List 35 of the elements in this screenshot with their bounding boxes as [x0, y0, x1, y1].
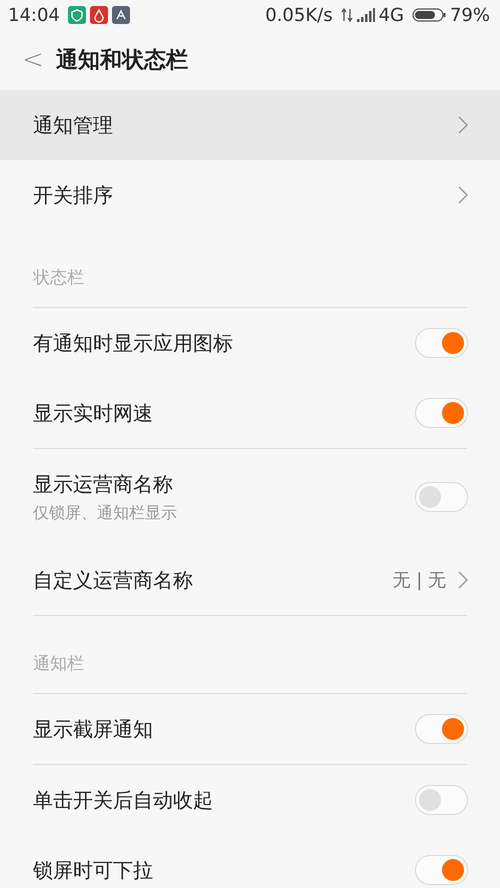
section-header: 通知栏: [32, 653, 85, 676]
battery-percent: 79%: [450, 4, 490, 28]
row-label: 显示实时网速: [33, 400, 153, 427]
signal-icon: [356, 8, 375, 22]
chevron-icon: [458, 186, 468, 204]
shield-icon: [68, 6, 86, 24]
settings-row[interactable]: 通知管理: [0, 90, 500, 160]
toggle-switch[interactable]: [415, 482, 468, 512]
row-label: 通知管理: [33, 112, 113, 139]
settings-row[interactable]: 开关排序: [0, 160, 500, 230]
toggle-switch[interactable]: [415, 785, 468, 815]
network-type: 4G: [378, 4, 404, 28]
toggle-switch[interactable]: [415, 714, 468, 744]
chevron-icon: [458, 571, 468, 589]
app-icon: [112, 6, 130, 24]
section-header: 状态栏: [32, 267, 85, 290]
network-speed: 0.05K/s: [265, 4, 333, 28]
row-subtitle: 仅锁屏、通知栏显示: [33, 502, 177, 524]
row-label: 有通知时显示应用图标: [33, 330, 233, 357]
row-label: 开关排序: [33, 182, 113, 209]
battery-icon: [412, 7, 446, 23]
toggle-switch[interactable]: [415, 398, 468, 428]
row-label: 自定义运营商名称: [33, 567, 193, 594]
page-title: 通知和状态栏: [56, 46, 188, 74]
row-label: 显示截屏通知: [33, 716, 153, 743]
row-value: 无 | 无: [392, 568, 446, 592]
chevron-icon: [458, 116, 468, 134]
row-label: 显示运营商名称: [33, 471, 174, 498]
toggle-switch[interactable]: [415, 855, 468, 885]
data-arrows-icon: [340, 7, 353, 23]
row-label: 单击开关后自动收起: [33, 787, 213, 814]
clock: 14:04: [8, 4, 60, 28]
drop-icon: [90, 6, 108, 24]
toggle-switch[interactable]: [415, 328, 468, 358]
row-label: 锁屏时可下拉: [33, 857, 153, 884]
